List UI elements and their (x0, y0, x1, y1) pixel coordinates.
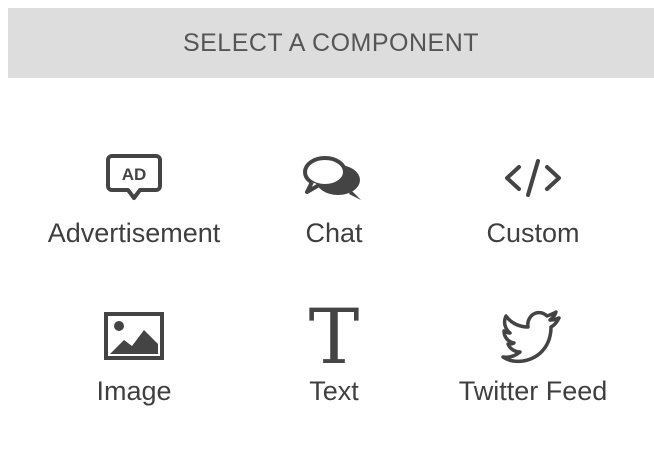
component-chat[interactable]: Chat (234, 138, 434, 278)
component-label: Twitter Feed (458, 376, 608, 406)
ad-icon: AD (94, 138, 174, 218)
component-picker-header: SELECT A COMPONENT (8, 8, 654, 78)
image-icon (94, 296, 174, 376)
code-icon (493, 138, 573, 218)
text-icon: T (308, 292, 360, 381)
component-label: Text (309, 376, 359, 406)
component-advertisement[interactable]: AD Advertisement (34, 138, 234, 278)
component-label: Image (96, 376, 172, 406)
component-twitter-feed[interactable]: Twitter Feed (433, 296, 633, 436)
chat-bubbles-icon (294, 138, 374, 218)
component-label: Chat (305, 218, 363, 248)
svg-text:AD: AD (122, 165, 147, 184)
component-custom[interactable]: Custom (433, 138, 633, 278)
component-label: Custom (486, 218, 580, 248)
component-label: Advertisement (47, 218, 221, 248)
twitter-bird-icon (493, 296, 573, 376)
component-grid: AD Advertisement Chat Custom Image T Tex… (0, 78, 654, 452)
component-text[interactable]: T Text (234, 296, 434, 436)
header-title: SELECT A COMPONENT (182, 28, 480, 57)
component-image[interactable]: Image (34, 296, 234, 436)
